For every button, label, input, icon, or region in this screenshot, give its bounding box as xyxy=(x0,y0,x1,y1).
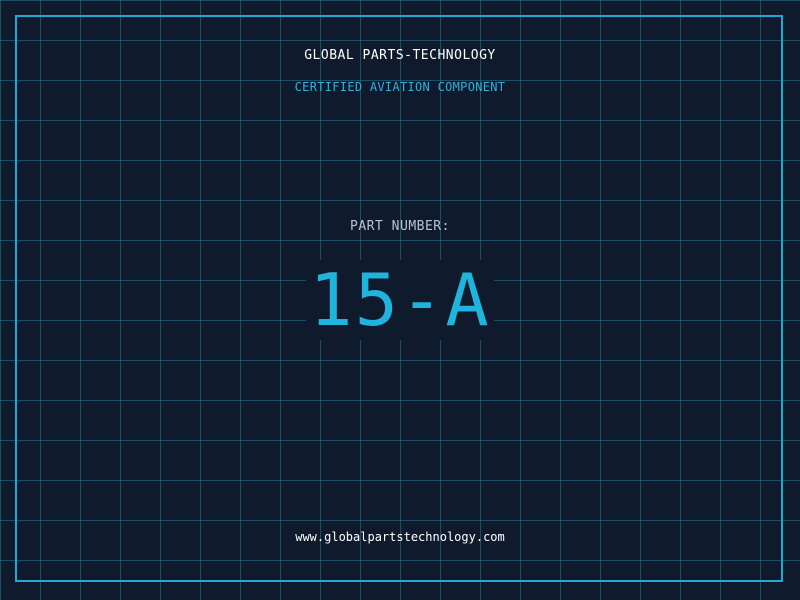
component-label-panel: GLOBAL PARTS-TECHNOLOGY CERTIFIED AVIATI… xyxy=(0,0,800,600)
certification-subtitle: CERTIFIED AVIATION COMPONENT xyxy=(294,80,506,94)
website-url[interactable]: www.globalpartstechnology.com xyxy=(0,530,800,544)
company-name: GLOBAL PARTS-TECHNOLOGY xyxy=(304,48,496,63)
part-number-label: PART NUMBER: xyxy=(350,219,450,234)
part-number-value: 15-A xyxy=(309,258,491,342)
